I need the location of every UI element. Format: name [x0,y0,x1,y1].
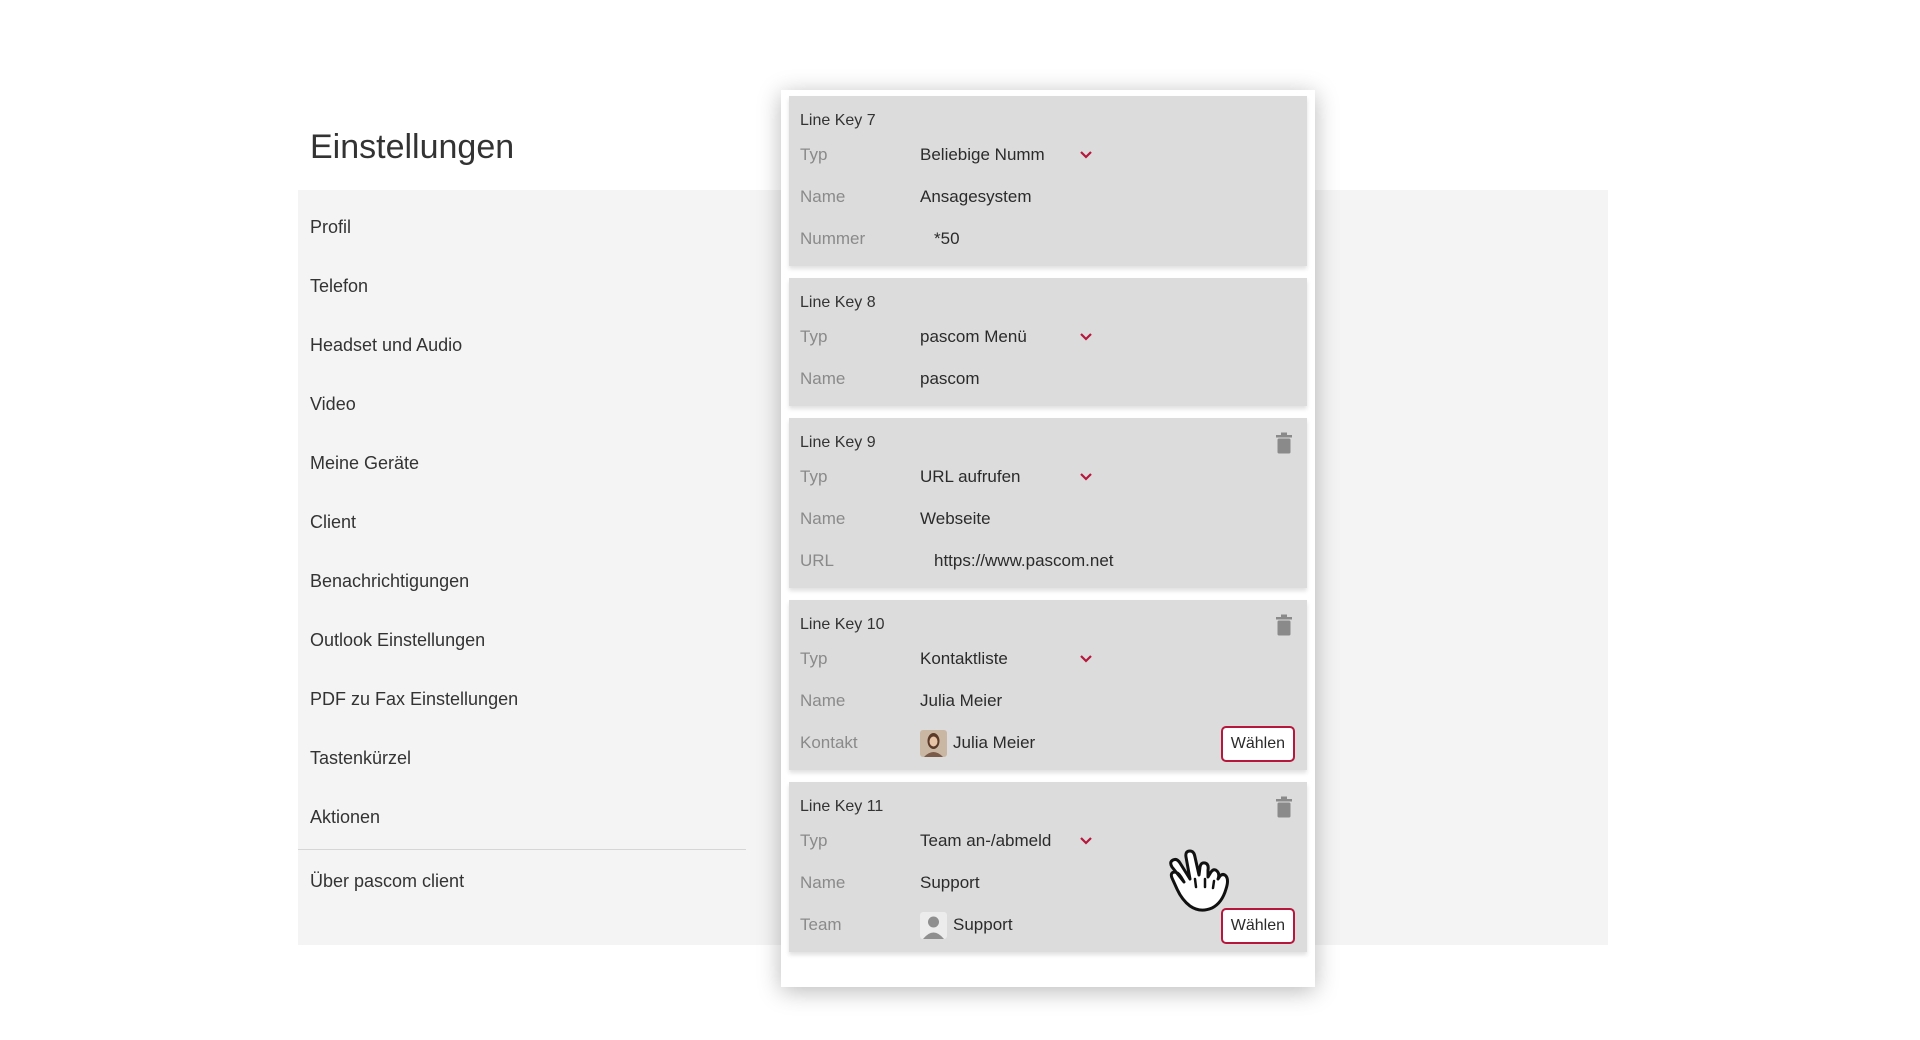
line-key-card-7: Line Key 7 Typ Beliebige Numm Name Ansag… [789,96,1307,266]
name-label: Name [800,509,846,528]
nav-item-tastenkuerzel[interactable]: Tastenkürzel [298,729,746,788]
name-row: Name Ansagesystem [800,176,1295,218]
name-input[interactable]: Ansagesystem [920,187,1032,207]
nav-item-client[interactable]: Client [298,493,746,552]
chevron-down-icon[interactable] [1078,651,1094,667]
type-select[interactable]: pascom Menü [920,327,1065,347]
line-key-card-9: Line Key 9 Typ URL aufrufen Name Webseit… [789,418,1307,588]
nav-divider [298,849,746,850]
chevron-down-icon[interactable] [1078,469,1094,485]
name-input[interactable]: Support [920,873,980,893]
nav-item-telefon[interactable]: Telefon [298,257,746,316]
line-key-title: Line Key 11 [800,798,884,815]
name-row: Name Webseite [800,498,1295,540]
team-value: Support [920,911,1013,939]
settings-nav: Profil Telefon Headset und Audio Video M… [298,198,746,911]
url-row: URL https://www.pascom.net [800,540,1295,582]
name-row: Name Julia Meier [800,680,1295,722]
type-label: Typ [800,649,828,668]
number-row: Nummer *50 [800,218,1295,260]
type-row: Typ Kontaktliste [800,638,1295,680]
nav-item-about[interactable]: Über pascom client [298,852,746,911]
name-row: Name pascom [800,358,1295,400]
name-label: Name [800,369,846,388]
name-input[interactable]: Webseite [920,509,991,529]
line-key-title: Line Key 9 [800,434,876,451]
contact-value: Julia Meier [920,729,1036,757]
type-label: Typ [800,145,828,164]
type-select[interactable]: Kontaktliste [920,649,1065,669]
line-key-title: Line Key 8 [800,294,876,311]
hand-pointer-icon [1169,849,1229,912]
name-input[interactable]: pascom [920,369,980,389]
trash-icon[interactable] [1275,432,1293,454]
name-label: Name [800,691,846,710]
type-select[interactable]: Beliebige Numm [920,145,1065,165]
line-key-card-10: Line Key 10 Typ Kontaktliste Name Julia … [789,600,1307,770]
nav-item-pdf-fax[interactable]: PDF zu Fax Einstellungen [298,670,746,729]
nav-item-outlook[interactable]: Outlook Einstellungen [298,611,746,670]
contact-row: Kontakt Julia Meier Wählen [800,722,1295,764]
nav-item-headset-audio[interactable]: Headset und Audio [298,316,746,375]
line-key-title: Line Key 10 [800,616,885,633]
nav-item-meine-geraete[interactable]: Meine Geräte [298,434,746,493]
page-title: Einstellungen [310,128,515,166]
name-input[interactable]: Julia Meier [920,691,1002,711]
url-input[interactable]: https://www.pascom.net [920,551,1114,571]
chevron-down-icon[interactable] [1078,147,1094,163]
type-label: Typ [800,327,828,346]
chevron-down-icon[interactable] [1078,329,1094,345]
select-contact-button[interactable]: Wählen [1220,726,1295,762]
number-label: Nummer [800,229,866,248]
type-select[interactable]: URL aufrufen [920,467,1065,487]
trash-icon[interactable] [1275,796,1293,818]
type-select[interactable]: Team an-/abmeld [920,831,1065,851]
type-row: Typ URL aufrufen [800,456,1295,498]
nav-item-benachrichtigungen[interactable]: Benachrichtigungen [298,552,746,611]
chevron-down-icon[interactable] [1078,833,1094,849]
line-key-title: Line Key 7 [800,112,876,129]
line-keys-dialog: Line Key 7 Typ Beliebige Numm Name Ansag… [781,90,1315,987]
name-label: Name [800,187,846,206]
contact-avatar [920,729,947,757]
nav-item-video[interactable]: Video [298,375,746,434]
team-label: Team [800,915,842,934]
contact-name: Julia Meier [953,733,1036,752]
contact-label: Kontakt [800,733,858,752]
url-label: URL [800,551,835,570]
nav-item-profil[interactable]: Profil [298,198,746,257]
type-label: Typ [800,467,828,486]
number-input[interactable]: *50 [920,229,960,249]
nav-item-aktionen[interactable]: Aktionen [298,788,746,847]
name-label: Name [800,873,846,892]
type-label: Typ [800,831,828,850]
type-row: Typ Beliebige Numm [800,134,1295,176]
team-name: Support [953,915,1013,934]
line-key-card-8: Line Key 8 Typ pascom Menü Name pascom [789,278,1307,406]
type-row: Typ pascom Menü [800,316,1295,358]
team-avatar-icon [920,911,947,939]
settings-page: Einstellungen Profil Telefon Headset und… [0,0,1920,1040]
trash-icon[interactable] [1275,614,1293,636]
